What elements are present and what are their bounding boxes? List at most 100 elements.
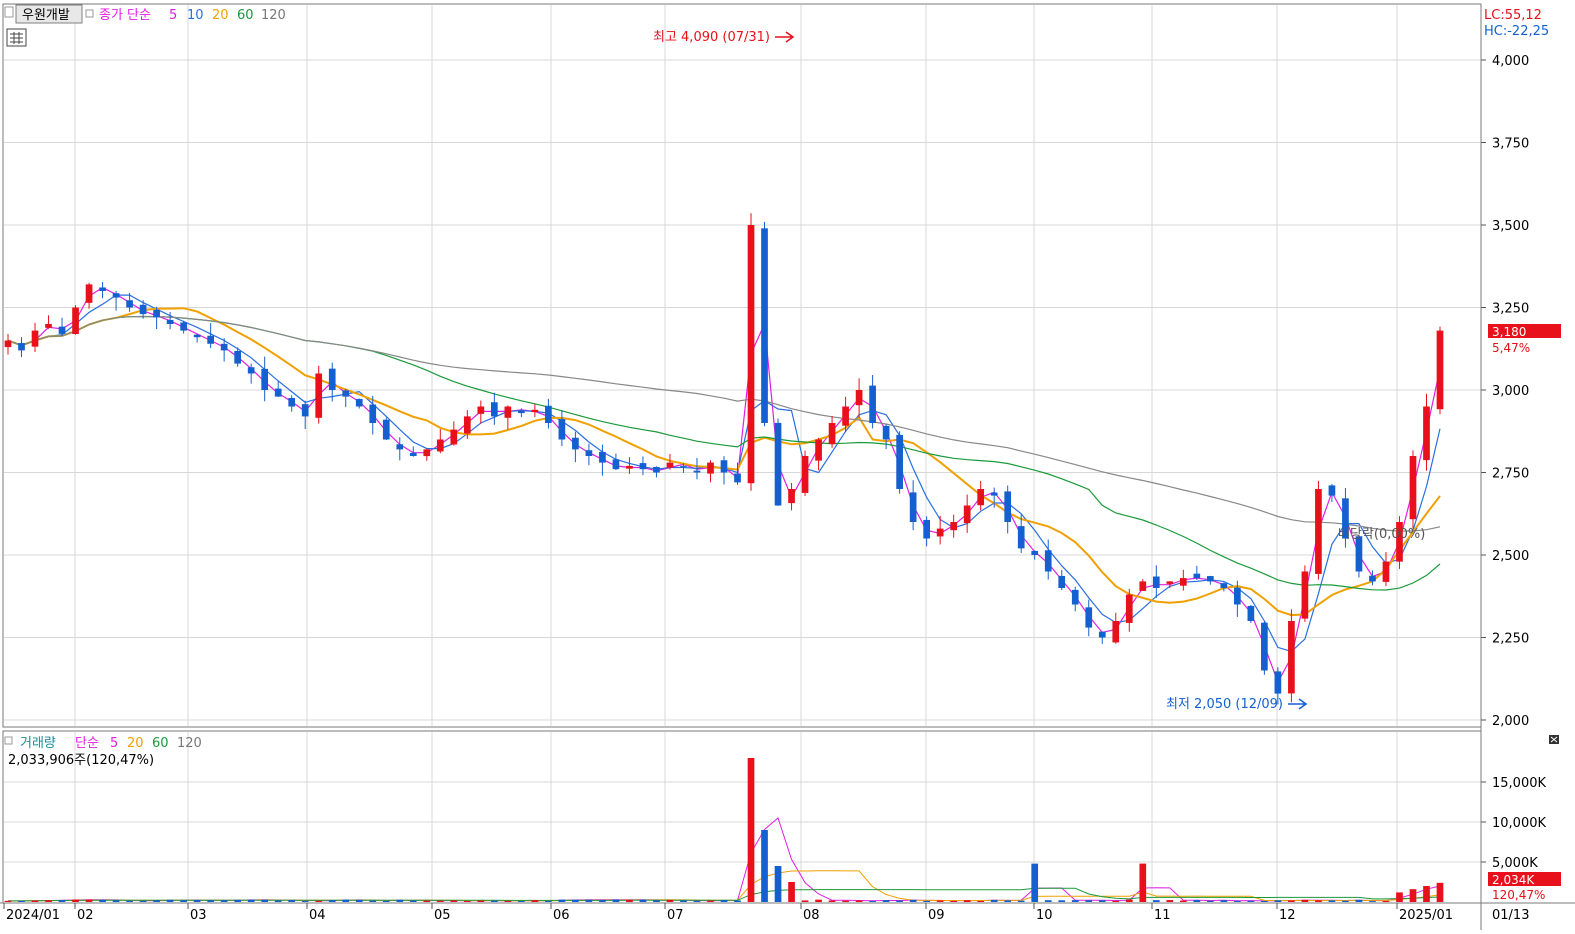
stock-chart[interactable]: 우원개발 종가 단순 5 10 20 60 120 LC:55,12 HC:-2… xyxy=(0,0,1575,934)
volume-bar xyxy=(774,866,782,902)
volume-bar xyxy=(1274,900,1282,902)
candle-body xyxy=(1436,330,1444,410)
volume-toggle-icon[interactable] xyxy=(4,736,13,745)
volume-bar xyxy=(58,900,66,902)
candle-body xyxy=(315,373,323,418)
candle-body xyxy=(1315,489,1322,574)
date-tick-label: 10 xyxy=(1036,908,1053,923)
volume-bar xyxy=(1234,900,1241,902)
volume-bar xyxy=(85,899,93,902)
candle-body xyxy=(896,434,903,489)
menu-icon[interactable] xyxy=(4,6,14,18)
volume-bar xyxy=(761,830,768,902)
current-volume-ratio: 120,47% xyxy=(1492,888,1545,902)
candle-body xyxy=(436,439,444,452)
price-tick-label: 2,250 xyxy=(1492,632,1529,647)
candle-body xyxy=(355,398,363,407)
volume-bar xyxy=(153,900,160,902)
price-tick-label: 3,000 xyxy=(1492,384,1529,399)
volume-bar xyxy=(1085,900,1093,902)
volume-ma-20[interactable]: 20 xyxy=(127,736,144,751)
volume-bar xyxy=(896,900,903,902)
date-tick-label: 06 xyxy=(553,908,570,923)
candle-body xyxy=(450,429,458,445)
volume-bar xyxy=(166,899,174,902)
volume-ma-5[interactable]: 5 xyxy=(110,736,118,751)
high-annotation: 최고 4,090 (07/31) xyxy=(653,30,770,45)
volume-ma-60[interactable]: 60 xyxy=(152,736,169,751)
volume-bar xyxy=(1409,889,1417,902)
volume-axis: 15,000K 10,000K 5,000K xyxy=(1481,776,1546,871)
volume-bar xyxy=(274,900,282,902)
candle-body xyxy=(1274,671,1282,694)
volume-bar xyxy=(139,900,147,902)
volume-bar xyxy=(869,900,876,902)
candle-body xyxy=(328,368,336,390)
volume-bar xyxy=(1031,863,1039,902)
candle-body xyxy=(1247,605,1255,621)
candle-body xyxy=(1044,550,1052,572)
volume-label[interactable]: 거래량 xyxy=(20,736,56,751)
candle-body xyxy=(855,390,863,406)
candle-body xyxy=(396,444,404,450)
candle-body xyxy=(1301,571,1309,619)
volume-bar xyxy=(450,900,458,902)
candle-body xyxy=(653,467,660,473)
volume-ma-label[interactable]: 단순 xyxy=(75,736,99,751)
date-tick-label: 12 xyxy=(1279,908,1296,923)
volume-bar xyxy=(288,899,296,902)
candle-body xyxy=(1139,581,1147,591)
candle-body xyxy=(45,324,52,328)
date-tick-label: 08 xyxy=(803,908,820,923)
candle-body xyxy=(288,398,296,407)
candle-body xyxy=(1125,594,1133,623)
volume-bar xyxy=(599,900,606,902)
candle-body xyxy=(869,385,876,423)
candle-body xyxy=(626,465,633,469)
candle-body xyxy=(909,492,917,522)
stock-name[interactable]: 우원개발 xyxy=(22,8,70,23)
legend-toggle-icon[interactable] xyxy=(85,9,94,18)
volume-bar xyxy=(409,900,417,902)
volume-bar xyxy=(355,899,363,902)
volume-bar xyxy=(1369,901,1376,902)
ma-20-label[interactable]: 20 xyxy=(212,8,229,23)
candle-body xyxy=(1382,561,1390,582)
candle-body xyxy=(1179,578,1187,586)
price-axis: 4,000 3,750 3,500 3,250 3,000 2,750 2,500 2,250… xyxy=(1481,54,1529,729)
current-price: 3,180 xyxy=(1492,325,1526,339)
ma-10-label[interactable]: 10 xyxy=(187,8,204,23)
volume-ma-120[interactable]: 120 xyxy=(177,736,202,751)
candle-body xyxy=(1031,550,1039,555)
date-tick-label: 09 xyxy=(928,908,945,923)
date-tick-label: 07 xyxy=(667,908,684,923)
volume-bar xyxy=(734,900,741,902)
candle-body xyxy=(234,351,242,364)
volume-bar xyxy=(1342,900,1349,902)
volume-bar xyxy=(1112,900,1120,902)
date-tick-label: 02 xyxy=(77,908,94,923)
candle-body xyxy=(572,437,579,450)
volume-bar xyxy=(301,901,309,902)
volume-bar xyxy=(680,900,687,902)
volume-bar xyxy=(369,900,377,902)
candle-body xyxy=(680,465,687,467)
ma-120-label[interactable]: 120 xyxy=(261,8,286,23)
ma-5-label[interactable]: 5 xyxy=(169,8,177,23)
volume-bar xyxy=(1382,900,1390,902)
price-ma-label[interactable]: 종가 단순 xyxy=(99,8,151,23)
ma-60-label[interactable]: 60 xyxy=(237,8,254,23)
date-tick-label: 05 xyxy=(434,908,451,923)
candle-body xyxy=(1261,622,1268,671)
date-tick-label: 11 xyxy=(1154,908,1171,923)
candle-body xyxy=(612,459,620,470)
volume-bar xyxy=(612,899,620,902)
candle-body xyxy=(1098,631,1106,638)
candle-body xyxy=(274,388,282,397)
volume-bar xyxy=(180,900,187,902)
volume-bar xyxy=(1017,900,1025,902)
candle-body xyxy=(18,343,25,351)
volume-bar xyxy=(234,899,242,902)
candle-body xyxy=(490,402,498,417)
volume-bar xyxy=(1152,900,1160,902)
